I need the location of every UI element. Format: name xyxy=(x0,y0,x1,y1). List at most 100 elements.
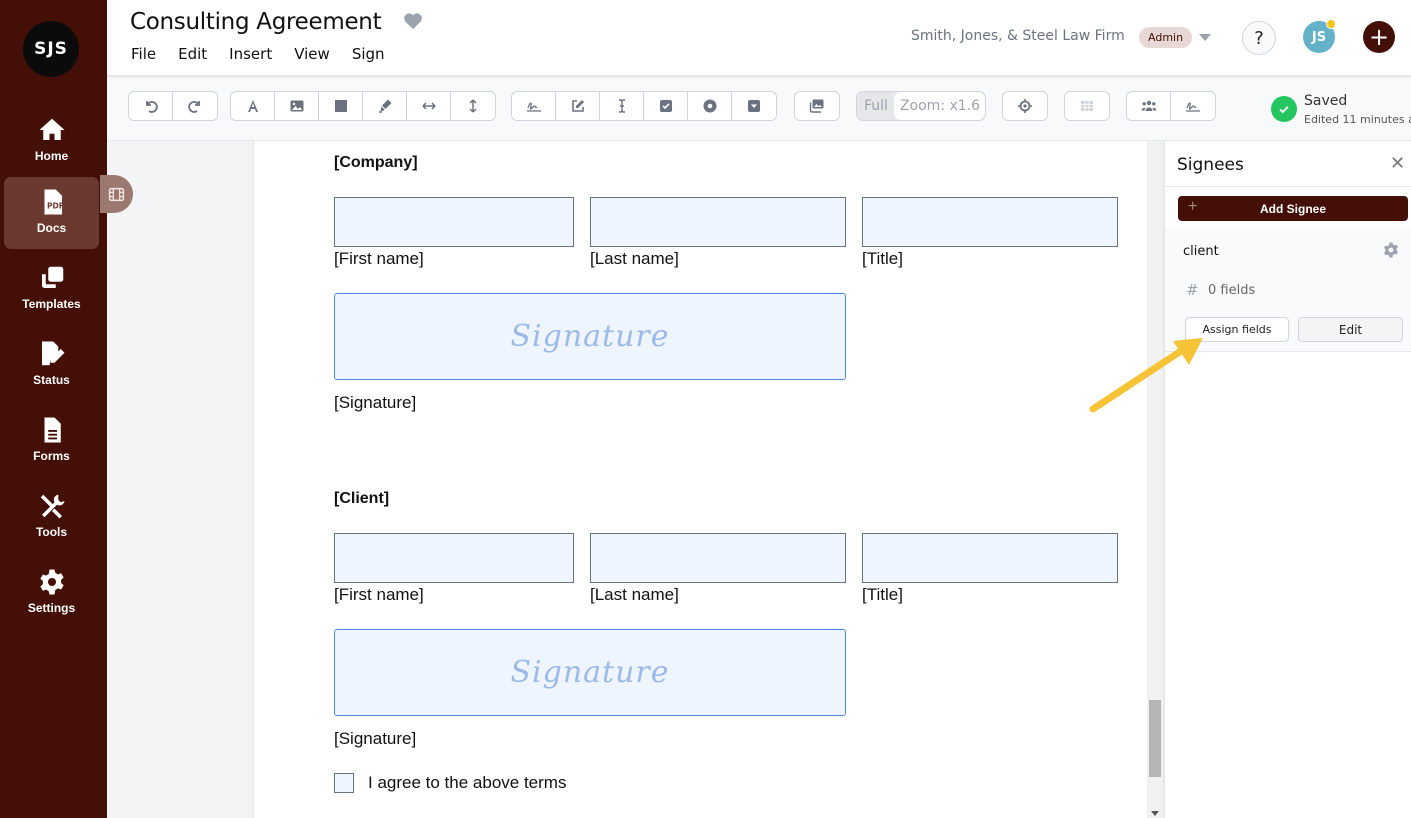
file-lines-icon xyxy=(44,417,61,443)
company-title-field[interactable] xyxy=(862,197,1118,247)
crosshairs-icon xyxy=(1018,99,1032,113)
sidebar-item-docs[interactable]: PDF Docs xyxy=(4,177,99,249)
save-status: Saved xyxy=(1304,93,1348,109)
dropdown-field-button[interactable] xyxy=(732,92,776,120)
sidebar-item-label: Tools xyxy=(35,525,68,539)
help-button[interactable]: ? xyxy=(1242,21,1276,55)
locate-button[interactable] xyxy=(1003,92,1047,120)
signer-tools-group xyxy=(1126,91,1216,121)
notification-dot xyxy=(1326,19,1336,29)
gear-icon xyxy=(39,569,64,595)
divider xyxy=(1165,186,1411,187)
document-scrollbar[interactable] xyxy=(1147,141,1163,818)
sidebar-item-label: Status xyxy=(33,373,70,387)
firm-name[interactable]: Smith, Jones, & Steel Law Firm xyxy=(911,28,1125,44)
image-tool-button[interactable] xyxy=(275,92,319,120)
heart-icon[interactable] xyxy=(403,12,423,30)
company-last-name-field[interactable] xyxy=(590,197,846,247)
document-title[interactable]: Consulting Agreement xyxy=(130,9,382,35)
company-first-name-field[interactable] xyxy=(334,197,574,247)
sidebar-item-label: Docs xyxy=(36,221,67,235)
square-icon xyxy=(334,100,347,112)
menu-edit[interactable]: Edit xyxy=(178,45,207,63)
film-icon xyxy=(108,187,125,201)
add-signee-button[interactable]: + Add Signee xyxy=(1178,196,1408,221)
scrollbar-thumb[interactable] xyxy=(1149,700,1161,777)
text-tool-button[interactable] xyxy=(231,92,275,120)
zoom-full-button[interactable]: Full xyxy=(857,92,894,120)
edit-field-button[interactable] xyxy=(556,92,600,120)
sidebar-item-label: Forms xyxy=(33,449,70,463)
text-cursor-icon xyxy=(618,99,625,113)
locate-group xyxy=(1002,91,1048,121)
agree-checkbox[interactable] xyxy=(334,773,354,793)
menu-file[interactable]: File xyxy=(131,45,156,63)
zoom-level[interactable]: Zoom: x1.6 xyxy=(893,92,986,120)
client-last-name-field[interactable] xyxy=(590,533,846,583)
chevron-down-icon[interactable] xyxy=(1199,34,1211,41)
edit-signee-button[interactable]: Edit xyxy=(1298,317,1403,342)
zoom-control: Full Zoom: x1.6 xyxy=(856,91,987,121)
sidebar-item-status[interactable]: Status xyxy=(4,329,99,401)
sidebar: SJS Home PDF Docs Templates Status Forms… xyxy=(0,0,107,818)
signee-card: client # 0 fields Assign fields Edit xyxy=(1165,229,1411,352)
vertical-resize-button[interactable] xyxy=(451,92,495,120)
sign-button[interactable] xyxy=(1171,92,1215,120)
insert-tools-group xyxy=(230,91,496,121)
sidebar-item-home[interactable]: Home xyxy=(4,105,99,177)
highlighter-tool-button[interactable] xyxy=(363,92,407,120)
role-badge: Admin xyxy=(1139,27,1193,48)
menu-bar: File Edit Insert View Sign xyxy=(131,45,407,63)
vertical-resize-icon xyxy=(469,99,477,113)
undo-icon xyxy=(145,101,158,113)
company-signature-field[interactable]: Signature xyxy=(334,293,846,380)
sidebar-item-label: Settings xyxy=(27,601,76,615)
gear-icon[interactable] xyxy=(1382,241,1400,259)
undo-button[interactable] xyxy=(129,92,173,120)
plus-icon: + xyxy=(1188,198,1198,215)
text-icon xyxy=(247,100,258,112)
copy-icon xyxy=(41,266,63,288)
client-signature-field[interactable]: Signature xyxy=(334,629,846,716)
radio-field-button[interactable] xyxy=(688,92,732,120)
checkbox-field-button[interactable] xyxy=(644,92,688,120)
sidebar-item-forms[interactable]: Forms xyxy=(4,405,99,477)
logo[interactable]: SJS xyxy=(23,21,79,77)
file-signature-icon xyxy=(41,341,64,366)
menu-view[interactable]: View xyxy=(294,45,330,63)
images-button[interactable] xyxy=(795,92,839,120)
signees-panel: Signees ✕ + Add Signee client # 0 fields… xyxy=(1163,141,1411,818)
sidebar-item-label: Templates xyxy=(22,297,81,311)
page-gutter xyxy=(107,141,254,818)
signature-placeholder: Signature xyxy=(510,655,670,690)
horizontal-resize-icon xyxy=(421,102,436,110)
sidebar-item-templates[interactable]: Templates xyxy=(4,253,99,325)
sidebar-item-label: Home xyxy=(34,149,69,163)
section-heading-client: [Client] xyxy=(334,490,390,507)
field-label: [Title] xyxy=(862,249,903,268)
signee-name: client xyxy=(1183,244,1219,259)
redo-button[interactable] xyxy=(173,92,217,120)
document-page: [Company] [First name] [Last name] [Titl… xyxy=(254,141,1147,818)
text-field-button[interactable] xyxy=(600,92,644,120)
field-count: 0 fields xyxy=(1208,283,1256,298)
signees-button[interactable] xyxy=(1127,92,1171,120)
client-title-field[interactable] xyxy=(862,533,1118,583)
menu-sign[interactable]: Sign xyxy=(352,45,385,63)
close-icon[interactable]: ✕ xyxy=(1390,153,1405,174)
signature-field-button[interactable] xyxy=(512,92,556,120)
shape-tool-button[interactable] xyxy=(319,92,363,120)
client-first-name-field[interactable] xyxy=(334,533,574,583)
grid-button[interactable] xyxy=(1065,92,1109,120)
horizontal-resize-button[interactable] xyxy=(407,92,451,120)
create-button[interactable]: + xyxy=(1363,21,1395,53)
svg-text:PDF: PDF xyxy=(47,201,64,210)
sidebar-item-tools[interactable]: Tools xyxy=(4,481,99,553)
assign-fields-button[interactable]: Assign fields xyxy=(1185,317,1289,342)
menu-insert[interactable]: Insert xyxy=(229,45,272,63)
sidebar-item-settings[interactable]: Settings xyxy=(4,557,99,629)
scroll-down-arrow[interactable] xyxy=(1151,811,1159,816)
users-icon xyxy=(1141,100,1156,111)
field-label: [First name] xyxy=(334,585,424,604)
highlighter-icon xyxy=(378,99,391,113)
